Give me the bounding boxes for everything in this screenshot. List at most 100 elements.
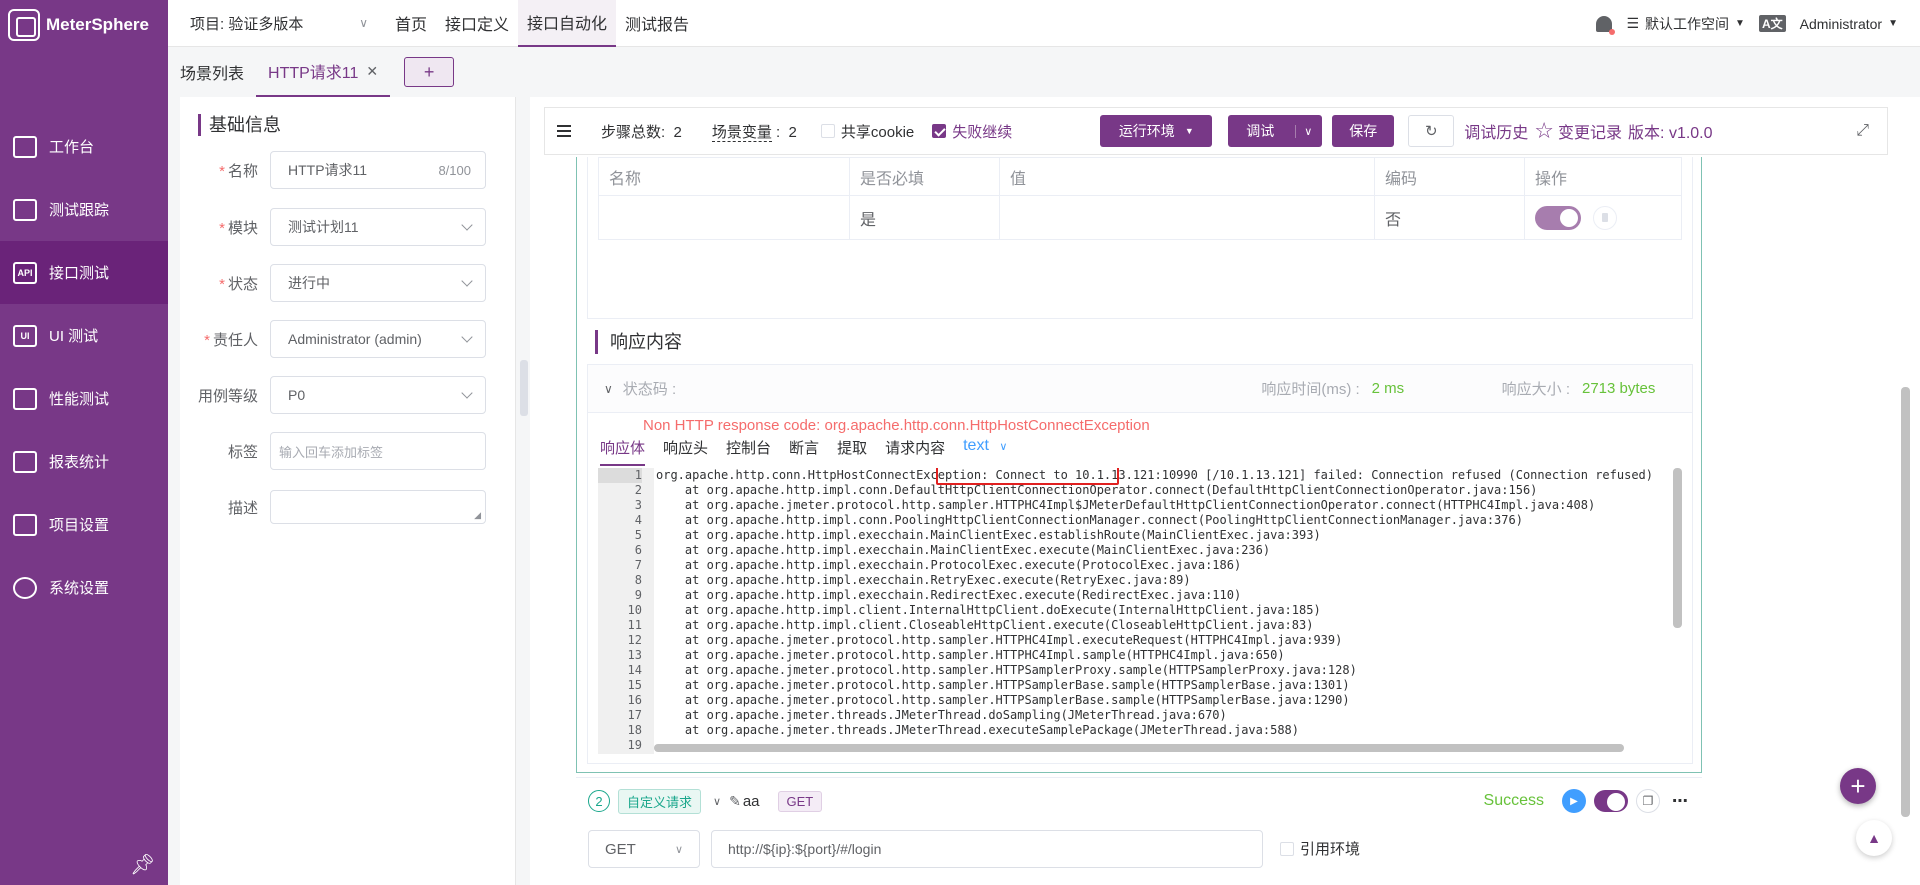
step-enable-toggle[interactable] [1594,790,1628,812]
params-table: 名称 是否必填 值 编码 操作 是 否 [598,157,1682,240]
chevron-down-icon[interactable]: ∨ [604,382,613,396]
method-select[interactable]: GET ∨ [588,830,700,868]
refresh-icon: ↻ [1424,123,1438,140]
tab-assertions[interactable]: 断言 [789,437,819,466]
steps-label: 步骤总数: [601,123,666,141]
pin-icon[interactable]: 📌︎ [130,852,155,877]
star-icon[interactable]: ☆ [1534,118,1554,144]
module-select[interactable]: 测试计划11 [270,208,486,246]
project-selector[interactable]: 项目: 验证多版本 ∨ [168,13,378,34]
url-input[interactable]: http://${ip}:${port}/#/login [711,830,1263,868]
add-tab-button[interactable]: + [404,57,455,87]
tab-request-content[interactable]: 请求内容 [885,437,945,466]
format-select[interactable]: text ∨ [963,437,1007,466]
sidebar-item-workbench[interactable]: 工作台 [0,115,168,178]
save-button[interactable]: 保存 [1332,115,1395,147]
refresh-button[interactable]: ↻ [1408,115,1455,147]
use-env-label: 引用环境 [1300,841,1361,858]
share-cookie-checkbox[interactable]: 共享cookie [820,121,915,142]
changelog-link[interactable]: 变更记录 [1558,119,1622,143]
chevron-down-icon[interactable]: ∨ [713,795,721,808]
response-body-editor[interactable]: 1 2 3 4 5 6 7 8 9 10 11 12 13 14 15 16 17 18 19 org.apache… [598,468,1682,754]
sidebar-item-performance-test[interactable]: 性能测试 [0,367,168,430]
bell-icon[interactable] [1596,15,1616,35]
debug-button[interactable]: 调试 ∨ [1228,115,1323,147]
copy-icon[interactable]: ❐ [1636,789,1660,813]
workspace-selector[interactable]: ☰ 默认工作空间 ▼ [1626,14,1744,34]
run-environment-button[interactable]: 运行环境 ▼ [1100,115,1213,147]
top-nav-test-report[interactable]: 测试报告 [616,0,698,47]
level-value: P0 [288,387,306,403]
level-select[interactable]: P0 [270,376,486,414]
sidebar-item-api-test[interactable]: API 接口测试 [0,241,168,304]
tab-extract[interactable]: 提取 [837,437,867,466]
sidebar-item-report[interactable]: 报表统计 [0,430,168,493]
line-number: 11 [627,618,642,632]
line-number: 12 [627,633,642,647]
tab-console[interactable]: 控制台 [726,437,771,466]
logo[interactable]: MeterSphere [0,0,168,50]
more-icon[interactable]: ⋯ [1672,791,1688,811]
enable-toggle[interactable] [1535,205,1581,230]
sidebar-item-ui-test[interactable]: UI UI 测试 [0,304,168,367]
chevron-down-icon [461,387,473,399]
user-menu[interactable]: Administrator ▼ [1800,16,1898,32]
delete-icon[interactable] [1593,205,1618,230]
code-line: at org.apache.jmeter.protocol.http.sampl… [656,648,1285,662]
line-number: 6 [634,543,642,557]
debug-history-link[interactable]: 调试历史 [1464,119,1528,143]
sidebar-item-project-settings[interactable]: 项目设置 [0,493,168,556]
run-icon[interactable]: ▶ [1562,789,1586,813]
metersphere-logo-icon [8,9,40,41]
use-env-checkbox[interactable]: 引用环境 [1280,838,1360,859]
step-name[interactable]: aa [743,793,760,810]
tab-response-headers[interactable]: 响应头 [663,437,708,466]
close-icon[interactable]: ✕ [366,63,378,80]
list-icon: ☰ [1626,15,1640,31]
name-input[interactable]: HTTP请求11 8/100 [270,151,486,189]
vertical-scrollbar[interactable] [1673,468,1682,628]
tag-input[interactable]: 输入回车添加标签 [270,432,486,470]
steps-value: 2 [673,123,682,141]
version-label[interactable]: 版本: v1.0.0 [1628,119,1712,143]
top-nav-home[interactable]: 首页 [386,0,436,47]
fullscreen-icon[interactable]: ⤢ [1856,122,1869,140]
step-2-header[interactable]: 2 自定义请求 ∨ ✎ aa GET Success ▶ ❐ ⋯ [588,786,1688,816]
scenario-variables[interactable]: 场景变量 : 2 [711,121,797,142]
cell-name[interactable] [598,195,850,240]
add-step-button[interactable]: + [1840,768,1876,804]
chevron-down-icon[interactable]: ∨ [1295,124,1312,138]
horizontal-scrollbar[interactable] [654,744,1624,752]
panel-splitter[interactable] [520,360,528,416]
steps-total: 步骤总数: 2 [601,121,682,142]
fail-continue-label: 失败继续 [952,123,1013,141]
tab-response-body[interactable]: 响应体 [600,437,646,466]
chevron-down-icon [461,219,473,231]
request-type-tag: 自定义请求 [618,788,702,814]
tab-http-request[interactable]: HTTP请求11 ✕ [256,47,391,97]
cell-required[interactable]: 是 [849,195,1000,240]
fail-continue-checkbox[interactable]: 失败继续 [932,121,1012,142]
resize-handle-icon[interactable]: ◢ [474,510,481,521]
cell-value[interactable] [999,195,1375,240]
edit-icon[interactable]: ✎ [729,793,741,810]
sidebar-item-test-track[interactable]: 测试跟踪 [0,178,168,241]
status-code-label: 状态码 : [622,381,677,398]
description-textarea[interactable]: ◢ [270,490,486,524]
top-nav-api-definition[interactable]: 接口定义 [436,0,518,47]
cell-encode[interactable]: 否 [1374,195,1525,240]
status-select[interactable]: 进行中 [270,264,486,302]
share-cookie-label: 共享cookie [840,123,915,141]
menu-icon[interactable] [557,125,571,137]
line-number: 4 [634,513,642,527]
main-scrollbar[interactable] [1901,387,1910,817]
line-number: 18 [627,723,642,737]
code-line: at org.apache.jmeter.threads.JMeterThrea… [656,708,1227,722]
sidebar-item-system-settings[interactable]: 系统设置 [0,556,168,619]
tab-scenario-list[interactable]: 场景列表 [168,47,256,97]
owner-select[interactable]: Administrator (admin) [270,320,486,358]
language-icon[interactable]: A文 [1758,15,1786,32]
code-line: at org.apache.jmeter.protocol.http.sampl… [656,663,1357,677]
top-nav-api-automation[interactable]: 接口自动化 [518,0,617,47]
back-to-top-button[interactable]: ▲ [1856,820,1892,856]
